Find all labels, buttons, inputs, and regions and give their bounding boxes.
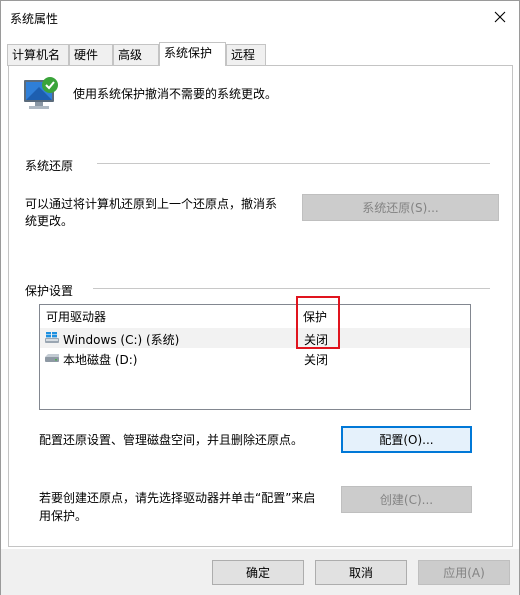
windows-drive-icon	[45, 332, 59, 343]
tab-advanced[interactable]: 高级	[113, 44, 159, 66]
window-title: 系统属性	[10, 12, 59, 26]
protection-settings-divider	[93, 288, 490, 289]
create-description-line1: 若要创建还原点，请先选择驱动器并单击“配置”来启	[39, 491, 316, 505]
system-restore-heading: 系统还原	[25, 159, 74, 173]
tab-computer-name[interactable]: 计算机名	[7, 44, 69, 66]
hard-drive-icon	[45, 354, 59, 362]
tab-system-protection[interactable]: 系统保护	[159, 42, 226, 66]
list-item-drive-c[interactable]: Windows (C:) (系统) 关闭	[40, 328, 470, 348]
tab-remote[interactable]: 远程	[226, 44, 266, 66]
cropped-text-left: …	[121, 587, 132, 595]
system-properties-dialog: 系统属性 计算机名 硬件 高级 系统保护 远程 使用系统保护撤消不需要的系统更改…	[0, 0, 520, 595]
drive-protection-status: 关闭	[304, 353, 329, 367]
computer-protection-icon	[24, 77, 58, 109]
tab-hardware[interactable]: 硬件	[69, 44, 113, 66]
drive-name: Windows (C:) (系统)	[63, 333, 180, 347]
drives-list-header: 可用驱动器 保护	[40, 305, 470, 325]
configure-description: 配置还原设置、管理磁盘空间，并且删除还原点。	[39, 433, 304, 447]
drive-name: 本地磁盘 (D:)	[63, 353, 138, 367]
system-restore-divider	[97, 163, 490, 164]
configure-button[interactable]: 配置(O)...	[341, 426, 472, 453]
column-header-protection[interactable]: 保护	[303, 308, 327, 325]
restore-description-line1: 可以通过将计算机还原到上一个还原点，撤消系	[25, 197, 278, 211]
column-header-drive[interactable]: 可用驱动器	[46, 308, 106, 325]
drive-protection-status: 关闭	[304, 333, 329, 347]
create-description-line2: 用保护。	[39, 509, 88, 523]
close-button[interactable]	[487, 5, 513, 29]
dialog-footer: 确定 取消 应用(A) … …	[1, 549, 519, 595]
drives-list[interactable]: 可用驱动器 保护 Windows (C:) (系统) 关闭 本地磁盘 (D:)	[39, 304, 471, 410]
apply-button[interactable]: 应用(A)	[418, 560, 510, 585]
system-restore-button[interactable]: 系统还原(S)...	[302, 194, 499, 221]
list-item-drive-d[interactable]: 本地磁盘 (D:) 关闭	[40, 348, 470, 368]
protection-settings-heading: 保护设置	[25, 284, 74, 298]
close-icon	[494, 11, 506, 23]
restore-description-line2: 统更改。	[25, 214, 74, 228]
cancel-button[interactable]: 取消	[315, 560, 407, 585]
title-bar: 系统属性	[1, 1, 519, 33]
create-button[interactable]: 创建(C)...	[341, 486, 472, 513]
protection-description: 使用系统保护撤消不需要的系统更改。	[73, 87, 278, 101]
ok-button[interactable]: 确定	[212, 560, 304, 585]
cropped-text-right: …	[301, 587, 312, 595]
